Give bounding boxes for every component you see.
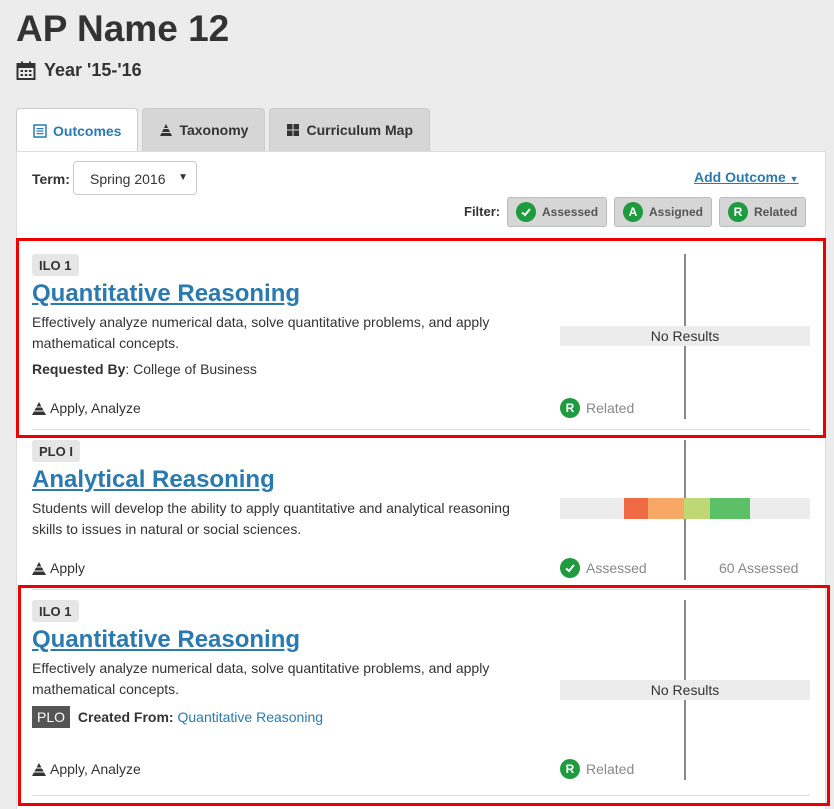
filter-related-label: Related [754,205,798,219]
outcome-taxonomy: Apply [32,560,85,576]
tab-bar: Outcomes Taxonomy Curriculum Map [16,108,431,152]
term-select[interactable]: Spring 2016 ▼ [73,161,197,195]
list-icon [33,123,47,138]
term-value: Spring 2016 [90,171,166,187]
highlight-box [16,238,826,438]
year-text: Year '15-'16 [44,60,142,80]
tab-taxonomy[interactable]: Taxonomy [142,108,266,151]
year-label: Year '15-'16 [16,60,142,81]
outcome-badge: PLO I [32,440,80,462]
filter-label: Filter: [464,204,501,219]
distribution-segment [648,498,684,519]
page-title: AP Name 12 [16,8,230,49]
distribution-segment [624,498,648,519]
pyramid-icon [160,124,173,136]
outcome-status: Assessed [560,558,647,578]
status-text: Assessed [586,560,647,576]
distribution-segment [710,498,750,519]
assessed-count: 60 Assessed [719,560,799,576]
highlight-box [18,585,830,806]
tab-taxonomy-label: Taxonomy [179,122,249,138]
caret-down-icon: ▼ [178,172,188,183]
term-label: Term: [32,171,70,187]
filter-assigned-label: Assigned [649,205,704,219]
grid-icon [287,124,300,136]
outcome-description: Students will develop the ability to app… [32,500,510,537]
filter-assessed-button[interactable]: Assessed [507,197,608,227]
add-outcome-button[interactable]: Add Outcome ▼ [694,169,799,185]
pyramid-icon [32,561,46,575]
add-outcome-label: Add Outcome [694,169,786,185]
filter-assigned-button[interactable]: A Assigned [614,197,713,227]
tab-outcomes-label: Outcomes [53,122,122,139]
tab-curriculum-map-label: Curriculum Map [306,122,414,138]
taxonomy-text: Apply [50,560,86,576]
assigned-circle-icon: A [623,202,643,222]
related-circle-icon: R [728,202,748,222]
tab-curriculum-map[interactable]: Curriculum Map [269,108,431,151]
outcome-title-link[interactable]: Analytical Reasoning [32,466,275,494]
check-circle-icon [560,558,580,578]
filter-assessed-label: Assessed [542,205,599,219]
filter-related-button[interactable]: R Related [719,197,807,227]
check-circle-icon [516,202,536,222]
caret-down-icon: ▼ [789,174,799,184]
distribution-segment [684,498,710,519]
tab-outcomes[interactable]: Outcomes [16,108,139,152]
calendar-icon [16,61,36,80]
results-distribution-bar [560,498,810,519]
